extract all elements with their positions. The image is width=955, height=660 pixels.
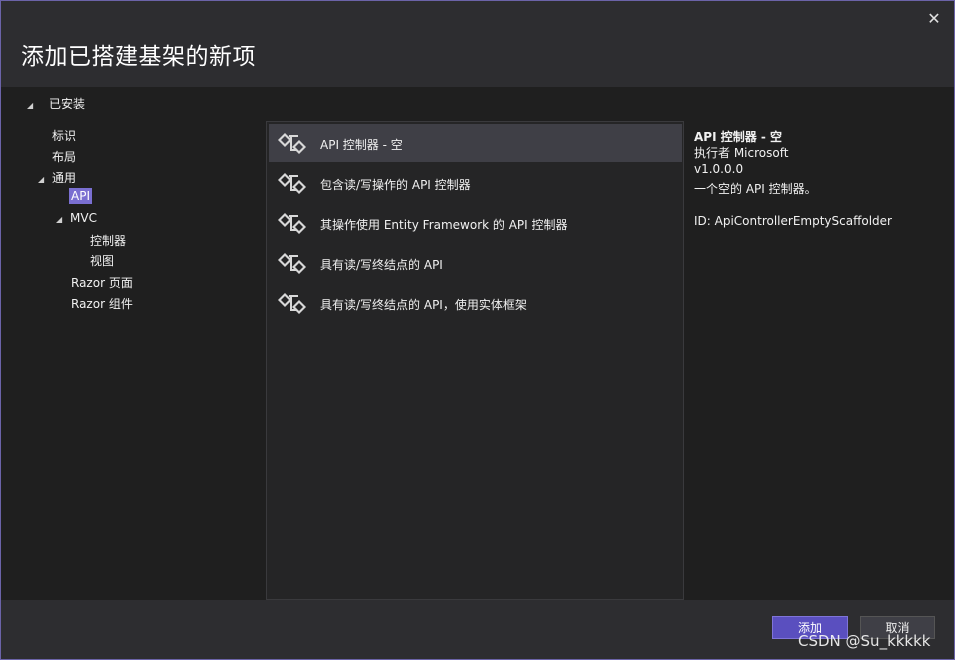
- dialog-title: 添加已搭建基架的新项: [21, 44, 256, 70]
- tree-item-razor-components[interactable]: Razor 组件: [71, 295, 133, 312]
- template-item[interactable]: 具有读/写终结点的 API，使用实体框架: [269, 284, 682, 322]
- tree-item-mvc[interactable]: ◢ MVC: [56, 211, 97, 225]
- tree-item-label: API: [69, 188, 92, 204]
- api-controller-icon: [278, 293, 306, 314]
- tree-item-razor-pages[interactable]: Razor 页面: [71, 274, 133, 291]
- details-panel: API 控制器 - 空 执行者 Microsoft v1.0.0.0 一个空的 …: [694, 129, 944, 229]
- template-list: API 控制器 - 空 包含读/写操作的 API 控制器 其操作使用 Entit…: [266, 121, 684, 600]
- tree-item-label: 布局: [52, 150, 77, 164]
- template-item[interactable]: 包含读/写操作的 API 控制器: [269, 164, 682, 202]
- tree-item-layout[interactable]: 布局: [52, 148, 76, 165]
- collapse-triangle-icon[interactable]: ◢: [56, 215, 70, 224]
- collapse-triangle-icon[interactable]: ◢: [27, 101, 41, 110]
- template-item[interactable]: 其操作使用 Entity Framework 的 API 控制器: [269, 204, 682, 242]
- template-item[interactable]: 具有读/写终结点的 API: [269, 244, 682, 282]
- template-name: API 控制器 - 空: [320, 138, 403, 152]
- tree-item-controller[interactable]: 控制器: [90, 232, 126, 249]
- dialog-footer: 添加 取消: [1, 600, 954, 659]
- tree-item-view[interactable]: 视图: [90, 252, 114, 269]
- dialog-header: 添加已搭建基架的新项 ✕: [1, 1, 954, 87]
- template-name: 其操作使用 Entity Framework 的 API 控制器: [320, 218, 568, 232]
- tree-item-api[interactable]: API: [69, 188, 92, 204]
- details-version: v1.0.0.0: [694, 162, 744, 176]
- tree-item-label: 通用: [52, 171, 77, 185]
- template-name: 具有读/写终结点的 API，使用实体框架: [320, 298, 527, 312]
- tree-item-label: Razor 页面: [71, 276, 133, 290]
- template-name: 包含读/写操作的 API 控制器: [320, 178, 471, 192]
- tree-item-label: Razor 组件: [71, 297, 133, 311]
- tree-item-label: 视图: [90, 254, 115, 268]
- tree-item-label: 标识: [52, 129, 77, 143]
- details-author: 执行者 Microsoft: [694, 146, 789, 160]
- close-icon[interactable]: ✕: [926, 11, 942, 27]
- tree-root-installed[interactable]: ◢ 已安装: [27, 95, 85, 112]
- details-id: ID: ApiControllerEmptyScaffolder: [694, 214, 892, 228]
- tree-root-label: 已安装: [49, 97, 86, 111]
- tree-item-label: 控制器: [90, 234, 127, 248]
- api-controller-icon: [278, 213, 306, 234]
- scaffold-dialog: 添加已搭建基架的新项 ✕ ◢ 已安装 标识 布局 ◢ 通用 API ◢ MVC 控制器…: [0, 0, 955, 660]
- api-controller-icon: [278, 133, 306, 154]
- tree-item-identity[interactable]: 标识: [52, 127, 76, 144]
- template-name: 具有读/写终结点的 API: [320, 258, 443, 272]
- api-controller-icon: [278, 173, 306, 194]
- template-item[interactable]: API 控制器 - 空: [269, 124, 682, 162]
- tree-item-common[interactable]: ◢ 通用: [38, 169, 76, 186]
- watermark-text: CSDN @Su_kkkkk: [798, 632, 931, 650]
- tree-item-label: MVC: [70, 211, 97, 225]
- collapse-triangle-icon[interactable]: ◢: [38, 175, 52, 184]
- details-description: 一个空的 API 控制器。: [694, 182, 817, 196]
- api-controller-icon: [278, 253, 306, 274]
- details-title: API 控制器 - 空: [694, 130, 783, 144]
